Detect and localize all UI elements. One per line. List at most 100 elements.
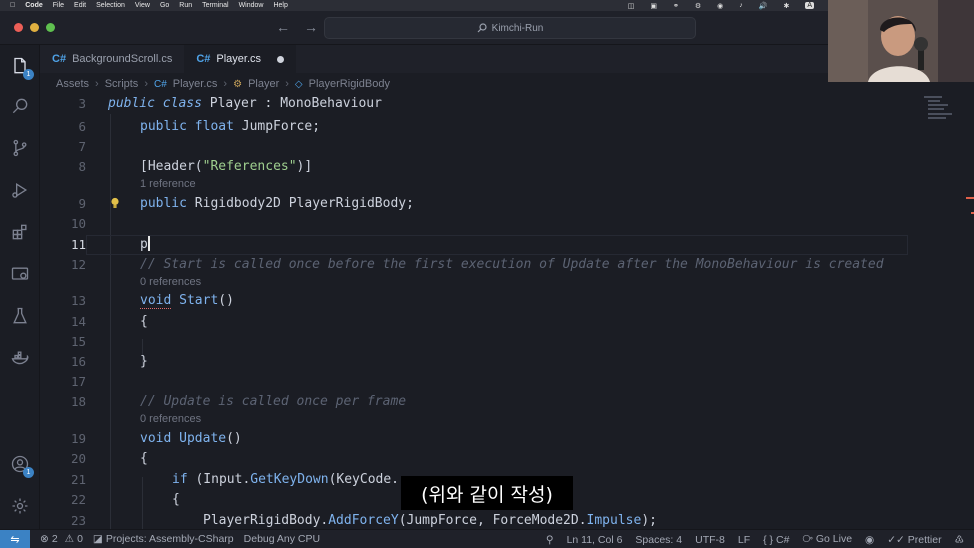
forward-arrow-icon[interactable]: → xyxy=(304,19,318,35)
line-number: 11 xyxy=(70,237,86,252)
tab-backgroundscroll[interactable]: C# BackgroundScroll.cs xyxy=(40,45,184,73)
code-line: 19 void Update() xyxy=(40,430,974,448)
code-text: )] xyxy=(296,159,313,174)
menu-terminal[interactable]: Terminal xyxy=(202,2,228,9)
prettier-label: Prettier xyxy=(907,533,942,546)
warning-icon: ⚠ xyxy=(64,533,75,545)
unsaved-dot-icon[interactable] xyxy=(277,55,285,63)
code-line-current: 11 p xyxy=(40,236,974,254)
chevron-right-icon: › xyxy=(285,78,289,90)
tab-player[interactable]: C# Player.cs xyxy=(184,45,297,73)
manage-gear-icon[interactable] xyxy=(9,495,31,517)
line-number: 9 xyxy=(78,196,86,211)
codelens-references[interactable]: 1 reference xyxy=(140,178,196,192)
command-center-search[interactable]: Kimchi-Run xyxy=(324,17,696,39)
line-number: 20 xyxy=(70,451,86,466)
menu-file[interactable]: File xyxy=(53,2,64,9)
cursor-position[interactable]: Ln 11, Col 6 xyxy=(567,534,623,546)
prettier-button[interactable]: ✓✓ Prettier xyxy=(887,534,941,546)
line-number: 6 xyxy=(78,119,86,134)
line-number: 21 xyxy=(70,472,86,487)
minimap-line xyxy=(928,108,944,110)
code-text: { xyxy=(140,451,148,466)
code-line: 3 public class Player : MonoBehaviour xyxy=(40,95,974,113)
explorer-icon[interactable]: 1 xyxy=(9,55,34,80)
text-cursor xyxy=(147,236,150,251)
remote-indicator-icon[interactable]: ⇋ xyxy=(0,529,30,548)
extensions-icon[interactable] xyxy=(9,221,31,243)
codelens-references[interactable]: 0 references xyxy=(140,413,201,427)
accounts-icon[interactable]: 1 xyxy=(9,453,34,478)
code-line: 7 xyxy=(40,138,974,156)
notifications-bell-icon[interactable]: ♳ xyxy=(955,534,964,546)
code-text: (JumpForce, ForceMode2D. xyxy=(398,513,587,528)
bluetooth-icon[interactable]: ✱ xyxy=(783,2,789,10)
code-line: 15 xyxy=(40,333,974,351)
breadcrumb-class[interactable]: Player xyxy=(248,78,279,90)
keyword: public float xyxy=(140,119,234,134)
volume-icon[interactable]: 🔊 xyxy=(759,2,768,10)
projects-indicator[interactable]: ◪ Projects: Assembly-CSharp xyxy=(93,533,234,545)
testing-icon[interactable] xyxy=(9,305,31,327)
screen-record-icon[interactable]: ◫ xyxy=(628,2,635,10)
search-icon xyxy=(477,23,487,33)
debug-config[interactable]: Debug Any CPU xyxy=(244,533,320,545)
privacy-icon[interactable]: ◉ xyxy=(717,2,723,10)
search-icon[interactable] xyxy=(9,95,31,117)
code-line: 9 public Rigidbody2D PlayerRigidBody; xyxy=(40,195,974,213)
chevron-right-icon: › xyxy=(223,78,228,90)
minimize-window-button[interactable] xyxy=(30,23,39,32)
keyword: public class xyxy=(108,96,202,111)
keyword: if xyxy=(172,472,188,487)
code-text: ); xyxy=(641,513,657,528)
apple-icon[interactable]:  xyxy=(10,2,15,9)
zoom-window-button[interactable] xyxy=(46,23,55,32)
breadcrumb-scripts[interactable]: Scripts xyxy=(105,78,139,90)
lightbulb-icon[interactable] xyxy=(110,197,120,209)
code-text: Rigidbody2D PlayerRigidBody; xyxy=(186,196,414,211)
tab-label: BackgroundScroll.cs xyxy=(72,53,173,65)
docker-icon[interactable] xyxy=(9,347,31,369)
music-icon[interactable]: ♪ xyxy=(739,2,743,9)
menu-run[interactable]: Run xyxy=(179,2,192,9)
code-editor[interactable]: 3 public class Player : MonoBehaviour 6 … xyxy=(40,94,974,529)
activity-bar: 1 1 xyxy=(0,45,40,529)
menu-view[interactable]: View xyxy=(135,2,150,9)
go-live-label: Go Live xyxy=(815,533,853,545)
display-icon[interactable]: ▣ xyxy=(650,2,657,10)
source-control-icon[interactable] xyxy=(9,137,31,159)
remote-explorer-icon[interactable] xyxy=(9,263,31,285)
minimap[interactable] xyxy=(914,94,964,529)
indentation[interactable]: Spaces: 4 xyxy=(635,534,682,546)
zoom-icon[interactable]: ⚲ xyxy=(546,534,554,546)
creative-cloud-icon[interactable]: ⚭ xyxy=(673,2,679,10)
settings-icon[interactable]: ⚙ xyxy=(695,2,701,10)
copilot-icon[interactable]: ◉ xyxy=(865,534,874,546)
encoding[interactable]: UTF-8 xyxy=(695,534,725,546)
problems-indicator[interactable]: ⊗ 2 ⚠ 0 xyxy=(40,533,83,545)
go-live-button[interactable]: ⧂ Go Live xyxy=(802,533,852,546)
end-of-line[interactable]: LF xyxy=(738,534,750,546)
accounts-badge: 1 xyxy=(23,467,34,478)
menu-edit[interactable]: Edit xyxy=(74,2,86,9)
language-mode[interactable]: { } C# xyxy=(763,534,789,546)
breadcrumb-field[interactable]: PlayerRigidBody xyxy=(309,78,390,90)
menu-help[interactable]: Help xyxy=(273,2,287,9)
enum-member: Impulse xyxy=(586,513,642,528)
run-debug-icon[interactable] xyxy=(9,179,31,201)
code-line: 10 xyxy=(40,215,974,233)
codelens-references[interactable]: 0 references xyxy=(140,276,201,290)
breadcrumb-file[interactable]: Player.cs xyxy=(173,78,218,90)
close-window-button[interactable] xyxy=(14,23,23,32)
breadcrumb-assets[interactable]: Assets xyxy=(56,78,89,90)
chevron-right-icon: › xyxy=(95,78,99,90)
back-arrow-icon[interactable]: ← xyxy=(276,19,290,35)
input-source-indicator[interactable]: A xyxy=(805,2,814,9)
menu-selection[interactable]: Selection xyxy=(96,2,125,9)
status-bar: ⇋ ⊗ 2 ⚠ 0 ◪ Projects: Assembly-CSharp De… xyxy=(0,529,974,548)
line-number: 19 xyxy=(70,431,86,446)
menu-window[interactable]: Window xyxy=(239,2,264,9)
warning-count: 0 xyxy=(77,533,83,545)
menu-go[interactable]: Go xyxy=(160,2,169,9)
menu-app-name[interactable]: Code xyxy=(25,2,43,9)
